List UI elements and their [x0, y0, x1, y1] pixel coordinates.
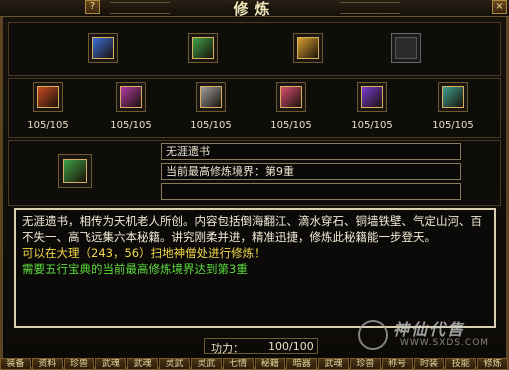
book-slot-4[interactable]	[391, 33, 421, 63]
selected-book-name: 无涯遗书	[161, 143, 461, 160]
skill-book-slot-3[interactable]	[196, 82, 226, 112]
title-bar: 修炼 ? ×	[0, 0, 509, 18]
bottom-tab-9[interactable]: 秘籍	[254, 358, 286, 370]
bottom-tab-12[interactable]: 珍兽	[349, 358, 381, 370]
selected-book-slot[interactable]	[58, 154, 92, 188]
watermark-logo-icon	[358, 320, 388, 350]
green-book-icon	[192, 37, 214, 59]
skill-book-slot-2[interactable]	[116, 82, 146, 112]
description-text: 无涯遗书，相传为天机老人所创。内容包括倒海翻江、滴水穿石、铜墙铁壁、气定山河、百…	[22, 214, 482, 244]
bottom-tab-7[interactable]: 灵武	[190, 358, 222, 370]
teal-book-icon	[442, 86, 464, 108]
bottom-tab-2[interactable]: 资料	[31, 358, 63, 370]
top-book-row	[8, 22, 501, 76]
purple-book-icon	[120, 86, 142, 108]
close-button[interactable]: ×	[492, 0, 507, 14]
pink-book-icon	[280, 86, 302, 108]
bottom-tab-14[interactable]: 时装	[413, 358, 445, 370]
power-label: 功力：	[211, 342, 244, 355]
book-slot-2[interactable]	[188, 33, 218, 63]
watermark: 神仙代售 WWW.SXDS.COM	[352, 316, 502, 356]
skill-book-slot-5[interactable]	[357, 82, 387, 112]
blue-book-icon	[92, 37, 114, 59]
bottom-tab-13[interactable]: 称号	[381, 358, 413, 370]
skill-book-slot-1[interactable]	[33, 82, 63, 112]
help-button[interactable]: ?	[85, 0, 100, 14]
watermark-url: WWW.SXDS.COM	[400, 338, 490, 348]
empty-slot-icon	[395, 37, 417, 59]
skill-book-count-3: 105/105	[190, 120, 232, 131]
selected-book-realm: 当前最高修炼境界：第9重	[161, 163, 461, 180]
bottom-tab-bar: 装备 资料 珍兽 武魂 武魂 灵武 灵武 七情 秘籍 暗器 武魂 珍兽 称号 时装 技能 修炼	[0, 358, 509, 370]
red-book-icon	[37, 86, 59, 108]
skill-book-slot-6[interactable]	[438, 82, 468, 112]
skill-book-count-4: 105/105	[270, 120, 312, 131]
bottom-tab-3[interactable]: 珍兽	[63, 358, 95, 370]
bottom-tab-16[interactable]: 修炼	[477, 358, 508, 370]
gold-book-icon	[297, 37, 319, 59]
green-book-icon	[63, 159, 87, 183]
selected-book-extra	[161, 183, 461, 200]
violet-book-icon	[361, 86, 383, 108]
book-slot-3[interactable]	[293, 33, 323, 63]
power-value: 100/100	[268, 340, 314, 353]
book-description: 无涯遗书，相传为天机老人所创。内容包括倒海翻江、滴水穿石、铜墙铁壁、气定山河、百…	[14, 208, 496, 328]
window-title: 修炼	[233, 0, 276, 18]
watermark-text: 神仙代售	[393, 320, 466, 339]
skill-book-count-5: 105/105	[351, 120, 393, 131]
description-location: 可以在大理（243，56）扫地神僧处进行修炼！	[22, 246, 266, 260]
skill-book-slot-4[interactable]	[276, 82, 306, 112]
skill-book-count-6: 105/105	[432, 120, 474, 131]
bottom-tab-11[interactable]: 武魂	[318, 358, 349, 370]
bottom-tab-10[interactable]: 暗器	[286, 358, 318, 370]
bottom-tab-6[interactable]: 灵武	[159, 358, 190, 370]
skill-book-count-2: 105/105	[110, 120, 152, 131]
book-slot-1[interactable]	[88, 33, 118, 63]
bottom-tab-15[interactable]: 技能	[445, 358, 477, 370]
bottom-tab-1[interactable]: 装备	[0, 358, 31, 370]
grey-book-icon	[200, 86, 222, 108]
bottom-tab-4[interactable]: 武魂	[95, 358, 127, 370]
skill-book-count-1: 105/105	[27, 120, 69, 131]
bottom-tab-8[interactable]: 七情	[222, 358, 254, 370]
bottom-tab-5[interactable]: 武魂	[127, 358, 159, 370]
description-requirement: 需要五行宝典的当前最高修炼境界达到第3重	[22, 262, 248, 276]
